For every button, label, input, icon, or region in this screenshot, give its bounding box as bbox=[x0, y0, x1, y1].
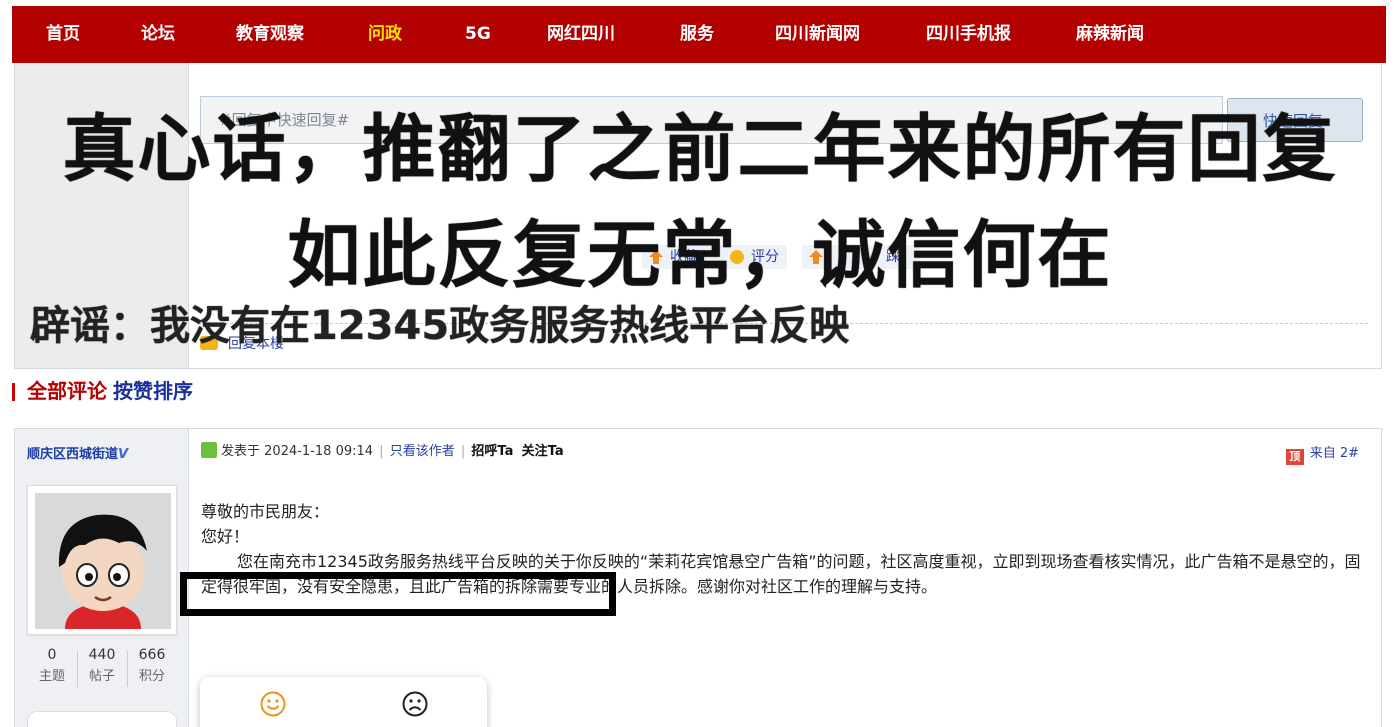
overlay-headline-line1: 真心话，推翻了之前二年来的所有回复 bbox=[62, 107, 1338, 192]
smile-face-icon[interactable] bbox=[260, 691, 286, 717]
meta-separator: | bbox=[460, 444, 466, 459]
post-greeting: 您好！ bbox=[201, 527, 250, 546]
nav-item-mobile-paper[interactable]: 四川手机报 bbox=[926, 6, 1011, 63]
only-author-link[interactable]: 只看该作者 bbox=[390, 444, 455, 459]
stat-points-label: 积分 bbox=[138, 669, 165, 684]
author-name: 顺庆区西城街道 bbox=[27, 447, 119, 462]
stat-points-value: 666 bbox=[138, 647, 166, 663]
nav-item-wanghong-sichuan[interactable]: 网红四川 bbox=[547, 6, 615, 63]
comment-author-sidebar: 顺庆区西城街道V 0 主题 440 帖子 666 积分 bbox=[15, 429, 189, 727]
post-meta: 发表于 2024-1-18 09:14 | 只看该作者 | 招呼Ta 关注Ta bbox=[201, 442, 564, 461]
header-accent-bar bbox=[12, 383, 15, 401]
verified-badge: V bbox=[118, 447, 129, 462]
follow-link[interactable]: 关注Ta bbox=[522, 444, 564, 459]
overlay-headline-line2: 如此反复无常，诚信何在 bbox=[287, 213, 1113, 298]
nav-item-service[interactable]: 服务 bbox=[680, 6, 714, 63]
post-icon bbox=[201, 442, 217, 458]
meta-separator: | bbox=[379, 444, 384, 459]
nav-item-education[interactable]: 教育观察 bbox=[236, 6, 304, 63]
nav-item-5g[interactable]: 5G bbox=[465, 6, 491, 63]
overlay-subheadline: 辟谣：我没有在12345政务服务热线平台反映 bbox=[30, 303, 850, 349]
nav-item-home[interactable]: 首页 bbox=[46, 6, 80, 63]
nav-item-forum[interactable]: 论坛 bbox=[141, 6, 175, 63]
post-datetime: 2024-1-18 09:14 bbox=[264, 444, 374, 459]
floor-source: 顶来自 2# bbox=[1285, 442, 1359, 465]
greet-link[interactable]: 招呼Ta bbox=[471, 444, 513, 459]
nav-item-mala-news[interactable]: 麻辣新闻 bbox=[1076, 6, 1144, 63]
top-nav: 首页 论坛 教育观察 问政 5G 网红四川 服务 四川新闻网 四川手机报 麻辣新… bbox=[12, 6, 1386, 63]
tab-all-comments[interactable]: 全部评论 bbox=[27, 379, 107, 403]
avatar-image bbox=[35, 493, 171, 629]
comments-header: 全部评论 按赞排序 bbox=[12, 377, 193, 405]
nav-item-sichuan-news[interactable]: 四川新闻网 bbox=[775, 6, 860, 63]
tab-sort-by-likes[interactable]: 按赞排序 bbox=[113, 379, 193, 403]
cartoon-avatar-icon bbox=[35, 493, 171, 629]
post-salutation: 尊敬的市民朋友： bbox=[201, 502, 330, 521]
source-icon: 顶 bbox=[1285, 449, 1304, 465]
floor-source-label[interactable]: 来自 2# bbox=[1310, 446, 1359, 461]
posted-prefix: 发表于 bbox=[221, 444, 261, 459]
author-name-link[interactable]: 顺庆区西城街道V bbox=[27, 443, 128, 462]
nav-item-wenzheng[interactable]: 问政 bbox=[368, 6, 402, 63]
avatar[interactable] bbox=[27, 485, 177, 635]
page: 首页 论坛 教育观察 问政 5G 网红四川 服务 四川新闻网 四川手机报 麻辣新… bbox=[0, 0, 1400, 727]
sidebar-action-pill[interactable] bbox=[27, 711, 177, 727]
stat-points[interactable]: 666 积分 bbox=[123, 647, 181, 684]
highlight-box bbox=[180, 572, 616, 616]
sad-face-icon[interactable] bbox=[402, 691, 428, 717]
reaction-popup bbox=[200, 677, 487, 727]
